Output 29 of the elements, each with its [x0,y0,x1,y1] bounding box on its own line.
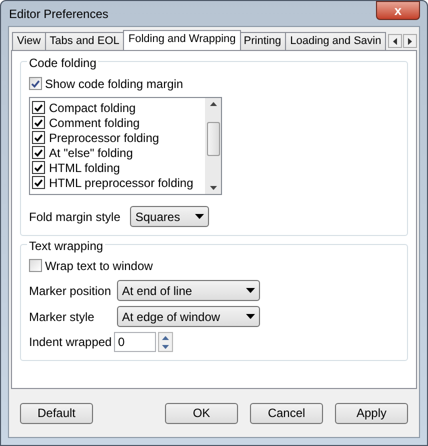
list-item[interactable]: Preprocessor folding [49,128,160,146]
field-label: Indent wrapped [29,334,113,351]
dialog-button[interactable]: OK [165,402,238,424]
dialog-button[interactable]: Cancel [250,402,323,424]
number-field[interactable]: 0 [114,332,156,352]
list-item[interactable]: At "else" folding [49,144,133,162]
tab[interactable]: Printing [238,32,286,50]
dialog-button[interactable]: Apply [335,402,408,424]
dropdown[interactable]: Squares [130,206,210,227]
list-item[interactable]: HTML folding [49,158,120,176]
window-title: Editor Preferences [8,6,108,22]
tab[interactable]: View [12,32,46,50]
tab[interactable]: Tabs and EOL [44,32,124,50]
dropdown[interactable]: At edge of window [117,306,260,327]
tab[interactable]: Folding and Wrapping [123,30,241,50]
dropdown-value: At edge of window [122,308,220,326]
list-item[interactable]: HTML preprocessor folding [49,174,194,192]
dropdown[interactable]: At end of line [117,280,260,301]
tab[interactable]: Loading and Savin [285,32,386,50]
dropdown-value: At end of line [122,282,192,300]
list-item[interactable]: Comment folding [49,114,140,132]
checkbox-label: Show code folding margin [45,76,184,92]
dialog-button[interactable]: Default [20,402,93,424]
field-label: Marker position [29,282,112,300]
field-label: Marker style [29,308,96,326]
checkbox-label: Wrap text to window [45,258,153,274]
field-label: Fold margin style [29,208,120,226]
dropdown-value: Squares [135,208,180,226]
list-item[interactable]: Compact folding [49,98,136,116]
